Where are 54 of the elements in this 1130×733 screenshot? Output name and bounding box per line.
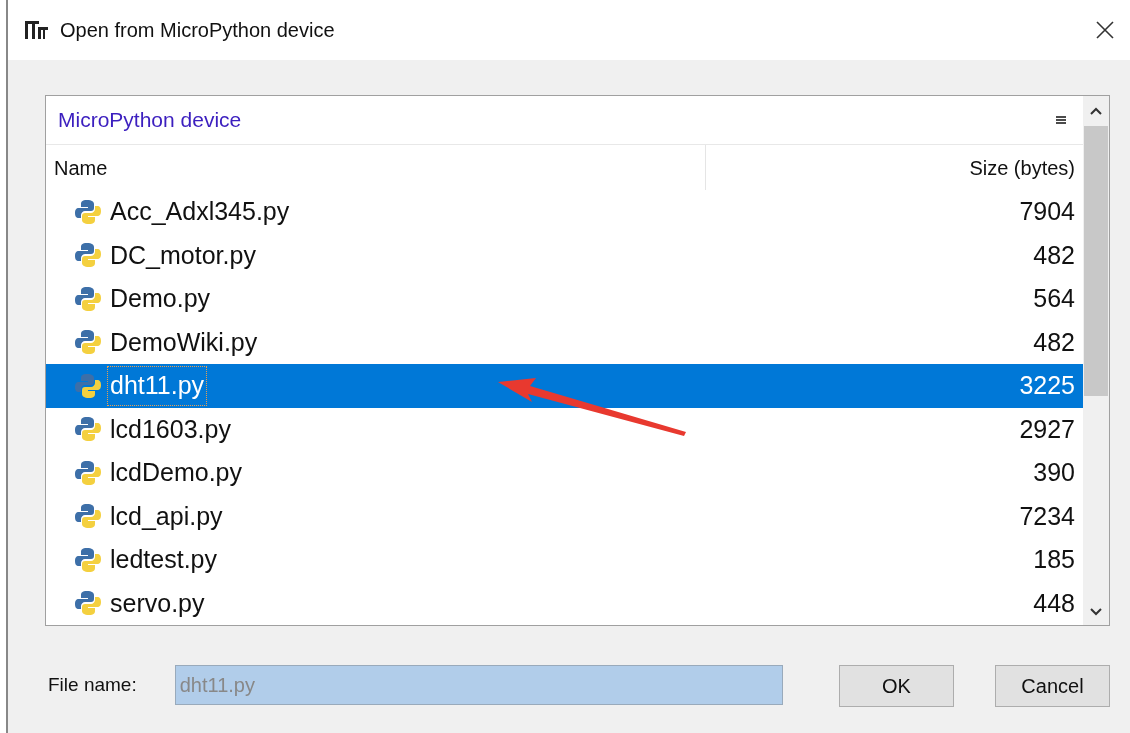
file-name: lcdDemo.py bbox=[109, 457, 243, 488]
python-icon bbox=[74, 415, 102, 444]
python-icon bbox=[74, 328, 102, 357]
file-size: 482 bbox=[1033, 239, 1075, 271]
file-row[interactable]: Demo.py 564 bbox=[46, 277, 1083, 321]
file-size: 3225 bbox=[1019, 370, 1075, 401]
file-name: DemoWiki.py bbox=[109, 326, 259, 358]
file-size: 564 bbox=[1033, 283, 1075, 314]
location-label: MicroPython device bbox=[58, 107, 242, 134]
file-name: DC_motor.py bbox=[109, 239, 257, 271]
file-size: 7904 bbox=[1019, 196, 1075, 227]
file-name: Demo.py bbox=[109, 283, 212, 314]
name-column-header[interactable]: Name bbox=[46, 145, 706, 190]
python-icon bbox=[74, 589, 102, 618]
python-icon bbox=[74, 284, 102, 313]
file-size: 2927 bbox=[1019, 413, 1075, 445]
file-name: servo.py bbox=[109, 587, 206, 619]
app-logo-icon bbox=[24, 19, 50, 41]
file-row[interactable]: DC_motor.py 482 bbox=[46, 233, 1083, 277]
window-title: Open from MicroPython device bbox=[60, 18, 335, 43]
python-icon bbox=[74, 371, 102, 400]
size-column-header[interactable]: Size (bytes) bbox=[706, 145, 1083, 190]
file-size: 448 bbox=[1033, 587, 1075, 619]
file-name: dht11.py bbox=[108, 367, 207, 405]
scroll-down-icon bbox=[1089, 607, 1103, 617]
file-size: 7234 bbox=[1019, 500, 1075, 532]
file-row[interactable]: lcdDemo.py 390 bbox=[46, 451, 1083, 495]
close-icon bbox=[1095, 20, 1115, 40]
file-size: 390 bbox=[1033, 457, 1075, 488]
python-icon bbox=[74, 545, 102, 574]
file-row[interactable]: DemoWiki.py 482 bbox=[46, 320, 1083, 364]
menu-icon bbox=[1056, 115, 1066, 126]
scroll-thumb[interactable] bbox=[1084, 126, 1108, 396]
file-row[interactable]: lcd1603.py 2927 bbox=[46, 407, 1083, 451]
file-name: lcd_api.py bbox=[109, 500, 224, 532]
scroll-up-icon bbox=[1089, 106, 1103, 116]
file-row[interactable]: ledtest.py 185 bbox=[46, 538, 1083, 582]
dialog-button[interactable]: Cancel bbox=[995, 665, 1110, 707]
file-name: lcd1603.py bbox=[109, 413, 232, 445]
file-name: ledtest.py bbox=[109, 544, 218, 575]
scrollbar[interactable] bbox=[1083, 96, 1109, 625]
python-icon bbox=[74, 502, 102, 531]
file-row[interactable]: dht11.py 3225 bbox=[46, 364, 1083, 408]
file-name-label: File name: bbox=[48, 672, 137, 697]
file-size: 482 bbox=[1033, 326, 1075, 358]
file-name: Acc_Adxl345.py bbox=[109, 196, 291, 227]
file-row[interactable]: lcd_api.py 7234 bbox=[46, 494, 1083, 538]
python-icon bbox=[74, 458, 102, 487]
python-icon bbox=[74, 241, 102, 270]
file-row[interactable]: Acc_Adxl345.py 7904 bbox=[46, 190, 1083, 234]
dialog-button[interactable]: OK bbox=[839, 665, 954, 707]
python-icon bbox=[74, 197, 102, 226]
file-size: 185 bbox=[1033, 544, 1075, 575]
file-row[interactable]: servo.py 448 bbox=[46, 581, 1083, 625]
